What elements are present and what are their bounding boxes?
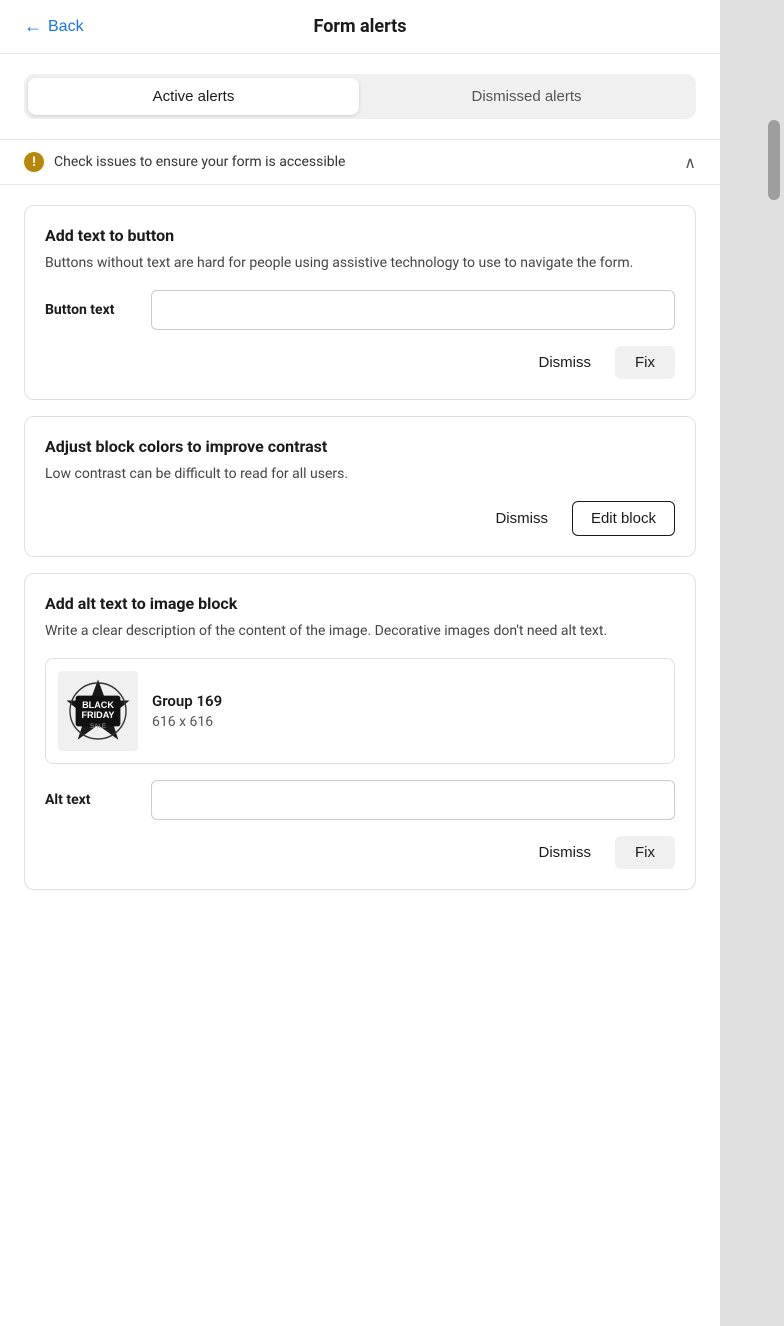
alt-text-actions: Dismiss Fix [45,836,675,869]
header: ← Back Form alerts [0,0,720,54]
fix-btn-alt-text[interactable]: Fix [615,836,675,869]
fix-btn-text[interactable]: Fix [615,346,675,379]
alert-desc-btn-text: Buttons without text are hard for people… [45,253,675,274]
alert-title-alt-text: Add alt text to image block [45,594,675,613]
btn-text-input-row: Button text [45,290,675,330]
image-info: Group 169 616 x 616 [152,692,222,730]
collapse-icon[interactable]: ∧ [684,153,696,172]
alerts-list: Add text to button Buttons without text … [0,185,720,910]
black-friday-badge-icon: BLACK FRIDAY SALE [63,676,133,746]
svg-text:FRIDAY: FRIDAY [82,710,115,720]
dismiss-btn-text[interactable]: Dismiss [527,346,604,379]
contrast-actions: Dismiss Edit block [45,501,675,536]
image-item-card: BLACK FRIDAY SALE Group 169 616 x 616 [45,658,675,764]
alert-desc-alt-text: Write a clear description of the content… [45,621,675,642]
image-thumbnail: BLACK FRIDAY SALE [58,671,138,751]
image-dimensions: 616 x 616 [152,714,222,730]
alert-card-alt-text: Add alt text to image block Write a clea… [24,573,696,890]
tab-dismissed-alerts[interactable]: Dismissed alerts [361,78,692,115]
tab-switcher: Active alerts Dismissed alerts [24,74,696,119]
image-name: Group 169 [152,692,222,710]
back-button[interactable]: ← Back [24,16,84,37]
svg-text:BLACK: BLACK [82,700,114,710]
alert-title-btn-text: Add text to button [45,226,675,245]
alert-card-btn-text: Add text to button Buttons without text … [24,205,696,400]
svg-text:SALE: SALE [90,723,106,730]
edit-block-btn-contrast[interactable]: Edit block [572,501,675,536]
btn-text-actions: Dismiss Fix [45,346,675,379]
back-arrow-icon: ← [24,16,42,37]
alt-text-label: Alt text [45,792,135,808]
scrollbar-area [720,0,784,1326]
dismiss-btn-contrast[interactable]: Dismiss [483,502,560,535]
page-title: Form alerts [314,16,407,37]
main-panel: ← Back Form alerts Active alerts Dismiss… [0,0,720,1326]
back-label: Back [48,18,84,36]
alt-text-input[interactable] [151,780,675,820]
dismiss-btn-alt-text[interactable]: Dismiss [527,836,604,869]
alt-text-input-row: Alt text [45,780,675,820]
alert-desc-contrast: Low contrast can be difficult to read fo… [45,464,675,485]
scrollbar-thumb[interactable] [768,120,780,200]
btn-text-input[interactable] [151,290,675,330]
tab-active-alerts[interactable]: Active alerts [28,78,359,115]
notice-text: Check issues to ensure your form is acce… [54,154,345,170]
alert-card-contrast: Adjust block colors to improve contrast … [24,416,696,557]
btn-text-label: Button text [45,302,135,318]
accessibility-notice: ! Check issues to ensure your form is ac… [0,139,720,185]
warning-icon: ! [24,152,44,172]
alert-title-contrast: Adjust block colors to improve contrast [45,437,675,456]
